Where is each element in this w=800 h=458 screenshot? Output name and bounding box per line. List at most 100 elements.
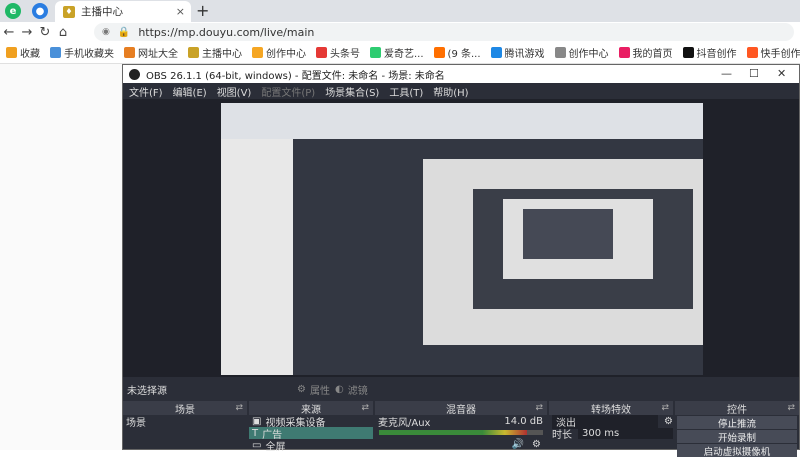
refresh-icon[interactable]: ↻: [36, 25, 54, 40]
dock-undock-icon[interactable]: ⇄: [661, 403, 669, 413]
tab-title: 主播中心: [81, 6, 123, 18]
sources-header-label: 来源: [301, 404, 321, 416]
obs-title: OBS 26.1.1 (64-bit, windows) - 配置文件: 未命名…: [146, 70, 445, 82]
obs-menu-item[interactable]: 配置文件(P): [261, 84, 315, 99]
bookmark-label: 快手创作: [760, 49, 800, 60]
nested-browser-chrome: [221, 103, 703, 139]
source-toolbar: 未选择源 ⚙ 属性 ◐ 滤镜: [123, 377, 799, 401]
bookmark-favicon-icon: [252, 47, 263, 58]
bookmark-label: 爱奇艺...: [384, 49, 424, 60]
mixer-header: 混音器 ⇄: [375, 401, 547, 416]
obs-logo-icon: [129, 68, 140, 80]
dock-undock-icon[interactable]: ⇄: [235, 403, 243, 413]
browser-tab-bar: e ● ♦ 主播中心 × +: [0, 0, 800, 22]
duration-row: 时长 300 ms: [549, 427, 673, 441]
nested-obs-window: [293, 139, 703, 375]
nested-browser-2: [423, 159, 703, 345]
obs-menu-item[interactable]: 工具(T): [389, 84, 423, 99]
bookmark-item[interactable]: 主播中心: [188, 45, 242, 60]
bookmarks-bar: 收藏 手机收藏夹 网址大全 主播中心 创作中心 头条号 爱奇艺... (9 条... 腾讯游戏 创…: [0, 42, 800, 64]
gear-icon: ⚙: [297, 383, 306, 395]
bookmark-item[interactable]: 创作中心: [252, 45, 306, 60]
bookmark-favicon-icon: [433, 47, 445, 58]
bookmark-item[interactable]: 创作中心: [554, 45, 609, 60]
start-virtual-camera-button[interactable]: 启动虚拟摄像机: [677, 444, 797, 458]
duration-input[interactable]: 300 ms: [578, 427, 673, 439]
scene-item[interactable]: 场景: [123, 415, 247, 429]
speaker-icon[interactable]: 🔊: [512, 439, 524, 450]
volume-meter: [379, 430, 543, 435]
obs-menu-item[interactable]: 场景集合(S): [325, 84, 379, 99]
controls-header-label: 控件: [727, 404, 747, 416]
obs-menu-item[interactable]: 编辑(E): [173, 84, 207, 99]
page-info-icon[interactable]: ◉: [102, 27, 110, 37]
home-icon[interactable]: ⌂: [54, 25, 72, 40]
douyu-favicon-icon: ♦: [63, 5, 75, 18]
nested-browser-3: [503, 199, 653, 279]
dock-undock-icon[interactable]: ⇄: [535, 403, 543, 413]
bookmark-item[interactable]: 我的首页: [618, 45, 673, 60]
bookmark-favicon-icon: [370, 47, 381, 58]
forward-icon[interactable]: →: [18, 25, 36, 40]
sources-header: 来源 ⇄: [249, 401, 373, 416]
mixer-header-label: 混音器: [446, 404, 476, 416]
filters-button[interactable]: ◐ 滤镜: [329, 380, 374, 398]
filters-label: 滤镜: [347, 385, 368, 397]
controls-header: 控件 ⇄: [675, 401, 799, 416]
bookmark-item[interactable]: (9 条...: [433, 45, 481, 60]
maximize-icon[interactable]: ☐: [749, 67, 759, 80]
obs-menu-item[interactable]: 帮助(H): [433, 84, 468, 99]
bookmark-favicon-icon: [6, 47, 17, 58]
camera-icon: ▣: [252, 415, 262, 427]
nested-obs-window-3: [523, 209, 613, 259]
bookmark-label: 主播中心: [202, 49, 242, 60]
bookmark-favicon-icon: [618, 47, 630, 58]
new-tab-button[interactable]: +: [196, 1, 209, 20]
url-field[interactable]: ◉ 🔒 https://mp.douyu.com/live/main: [94, 23, 794, 41]
dock-undock-icon[interactable]: ⇄: [361, 403, 369, 413]
obs-menu-bar: 文件(F) 编辑(E) 视图(V) 配置文件(P) 场景集合(S) 工具(T) 帮助(H): [123, 83, 799, 99]
monitor-icon: ▭: [252, 439, 262, 451]
bookmark-item[interactable]: 网址大全: [124, 45, 178, 60]
bookmark-label: 收藏: [20, 49, 40, 60]
bookmark-item[interactable]: 爱奇艺...: [370, 45, 424, 60]
text-source-icon: T: [252, 427, 259, 439]
mixer-track: 麦克风/Aux 14.0 dB: [375, 415, 547, 429]
obs-menu-item[interactable]: 文件(F): [129, 84, 163, 99]
source-item[interactable]: ▭ 全屏: [249, 439, 373, 453]
url-text[interactable]: https://mp.douyu.com/live/main: [138, 26, 314, 39]
obs-title-bar: OBS 26.1.1 (64-bit, windows) - 配置文件: 未命名…: [123, 65, 799, 83]
bookmark-favicon-icon: [50, 47, 61, 58]
start-recording-button[interactable]: 开始录制: [677, 430, 797, 444]
browser-logo-icon[interactable]: e: [5, 3, 21, 19]
gear-icon[interactable]: ⚙: [664, 416, 673, 427]
scenes-dock: 场景 ⇄ 场景: [123, 401, 247, 449]
bookmark-item[interactable]: 头条号: [316, 45, 360, 60]
obs-menu-item[interactable]: 视图(V): [217, 84, 252, 99]
transition-header-label: 转场特效: [591, 404, 631, 416]
gear-icon[interactable]: ⚙: [532, 439, 541, 450]
properties-label: 属性: [309, 385, 330, 397]
obs-preview[interactable]: [123, 99, 799, 377]
bookmark-item[interactable]: 抖音创作: [682, 45, 737, 60]
bookmark-label: 网址大全: [138, 49, 178, 60]
nested-obs-window-2: [473, 189, 693, 309]
close-icon[interactable]: ✕: [777, 67, 786, 80]
bookmark-favicon-icon: [188, 47, 199, 58]
bookmark-item[interactable]: 快手创作: [746, 45, 800, 60]
scene-item-label: 场景: [126, 417, 146, 429]
sources-dock: 来源 ⇄ ▣ 视频采集设备 T 广告 ▭ 全屏: [249, 401, 373, 453]
scenes-header: 场景 ⇄: [123, 401, 247, 416]
secure-lock-icon: 🔒: [117, 26, 131, 38]
dock-undock-icon[interactable]: ⇄: [787, 403, 795, 413]
minimize-icon[interactable]: —: [721, 67, 732, 80]
bookmark-item[interactable]: 手机收藏夹: [50, 45, 114, 60]
browser-account-icon[interactable]: ●: [32, 3, 48, 19]
tab-close-icon[interactable]: ×: [176, 5, 185, 18]
browser-tab[interactable]: ♦ 主播中心 ×: [55, 1, 191, 22]
back-icon[interactable]: ←: [0, 25, 18, 40]
bookmark-item[interactable]: 收藏: [6, 45, 40, 60]
stop-stream-button[interactable]: 停止推流: [677, 416, 797, 430]
bookmark-item[interactable]: 腾讯游戏: [490, 45, 545, 60]
controls-dock: 控件 ⇄ 停止推流 开始录制 启动虚拟摄像机: [675, 401, 799, 458]
